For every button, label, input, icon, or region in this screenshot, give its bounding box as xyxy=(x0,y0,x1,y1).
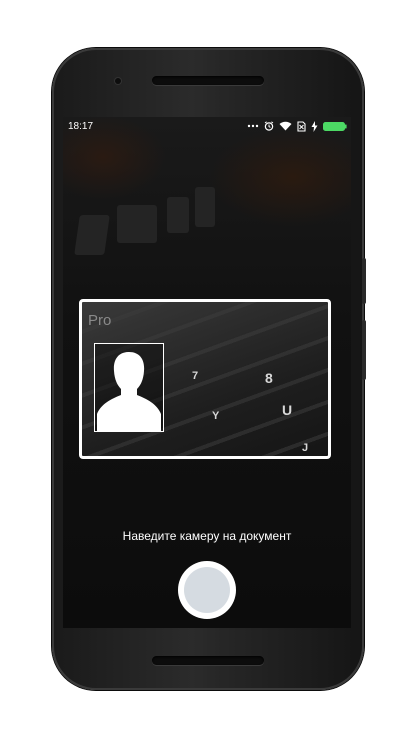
bottom-speaker xyxy=(152,656,264,665)
top-speaker xyxy=(152,76,264,85)
charging-icon xyxy=(311,120,318,132)
background-text-pro: Pro xyxy=(88,312,112,329)
front-camera xyxy=(115,78,121,84)
more-dots-icon xyxy=(247,124,259,128)
volume-button xyxy=(362,320,366,380)
person-silhouette-icon xyxy=(97,352,161,431)
status-icons xyxy=(247,120,347,132)
power-button xyxy=(362,258,366,304)
capture-hint: Наведите камеру на документ xyxy=(122,529,292,543)
alarm-icon xyxy=(264,121,274,131)
photo-placeholder xyxy=(94,343,164,432)
shutter-button-inner xyxy=(184,567,230,613)
no-sim-icon xyxy=(297,120,306,132)
shutter-button[interactable] xyxy=(178,561,236,619)
wifi-icon xyxy=(279,121,292,131)
status-time: 18:17 xyxy=(68,120,94,132)
status-bar: 18:17 xyxy=(63,117,351,135)
screen: 18:17 Pro 7 8 Y U J Наведите камеру на д… xyxy=(63,117,351,628)
battery-icon xyxy=(323,121,347,131)
document-frame: Pro 7 8 Y U J xyxy=(79,299,331,459)
